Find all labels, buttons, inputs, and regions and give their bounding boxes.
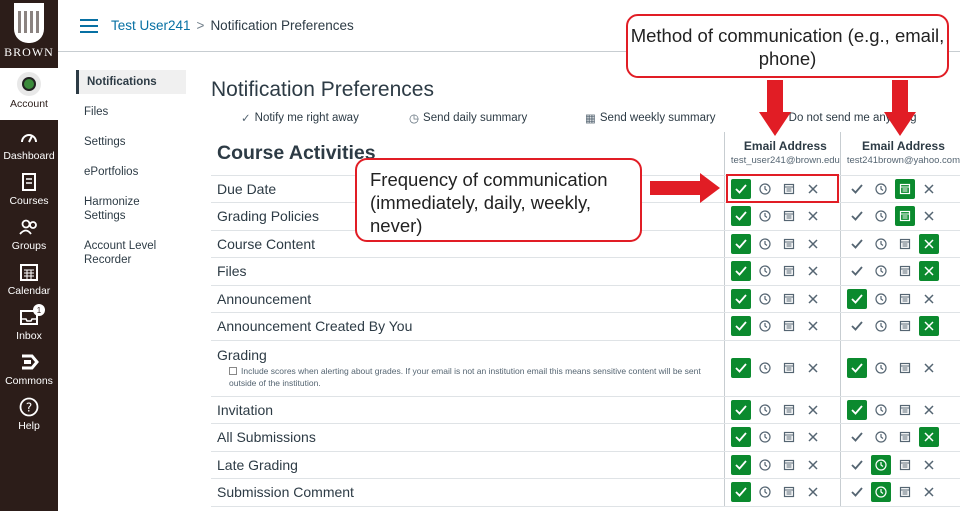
arrow-down-left xyxy=(759,80,791,136)
annotation-frequency: Frequency of communication (immediately,… xyxy=(355,158,642,242)
arrow-down-right xyxy=(884,80,916,136)
annotation-method: Method of communication (e.g., email, ph… xyxy=(626,14,949,78)
highlight-box xyxy=(726,174,839,203)
arrow-right xyxy=(650,173,720,203)
app-root: BROWN Account Dashboard Courses Groups C… xyxy=(0,0,960,511)
